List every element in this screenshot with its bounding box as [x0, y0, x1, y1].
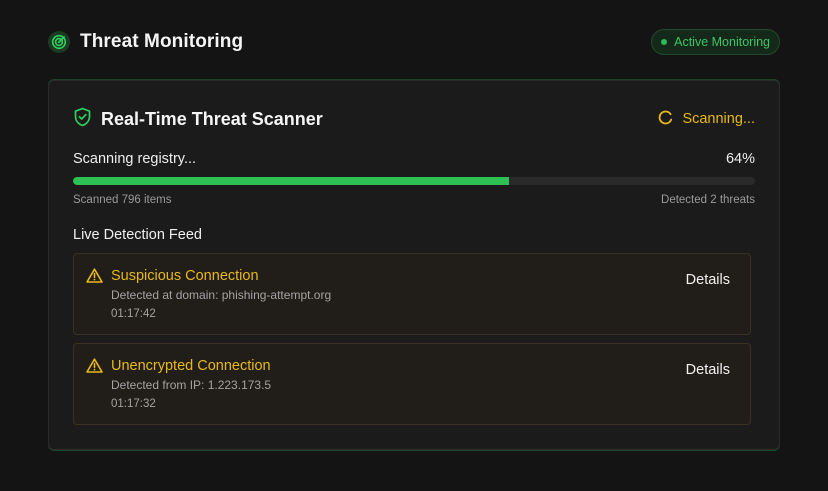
details-button[interactable]: Details [686, 272, 730, 288]
details-button[interactable]: Details [686, 362, 730, 378]
scan-status-label: Scanning... [682, 111, 755, 127]
scan-task-label: Scanning registry... [73, 151, 197, 167]
detected-count: Detected 2 threats [661, 194, 755, 206]
progress-bar [73, 177, 755, 185]
progress-row: Scanning registry... 64% [73, 151, 755, 167]
scanner-title: Real-Time Threat Scanner [101, 108, 323, 129]
alert-description: Detected from IP: 1.223.173.5 [111, 378, 272, 392]
status-badge-label: Active Monitoring [674, 35, 770, 49]
progress-percent: 64% [725, 151, 755, 167]
status-badge: Active Monitoring [651, 29, 780, 55]
list-item: Unencrypted Connection Detected from IP:… [73, 343, 751, 425]
brand: Threat Monitoring [48, 31, 243, 53]
scanner-title-group: Real-Time Threat Scanner [73, 107, 323, 132]
progress-bar-fill [73, 177, 510, 185]
warning-icon [86, 268, 103, 288]
alert-timestamp: 01:17:32 [111, 398, 156, 410]
alert-description: Detected at domain: phishing-attempt.org [111, 288, 332, 302]
page-title: Threat Monitoring [80, 31, 244, 52]
radar-icon [48, 31, 70, 53]
alert-title: Suspicious Connection [111, 268, 259, 284]
feed-heading: Live Detection Feed [73, 227, 202, 243]
scanner-header: Real-Time Threat Scanner Scanning... [73, 107, 755, 131]
alert-timestamp: 01:17:42 [111, 308, 156, 320]
detection-feed: Suspicious Connection Detected at domain… [73, 253, 751, 433]
list-item: Suspicious Connection Detected at domain… [73, 253, 751, 335]
top-bar: Threat Monitoring Active Monitoring [48, 28, 780, 56]
loading-spinner-icon [658, 110, 673, 129]
status-dot-icon [661, 39, 668, 45]
scan-stats: Scanned 796 items Detected 2 threats [73, 194, 755, 206]
scanned-count: Scanned 796 items [73, 194, 172, 206]
shield-check-icon [73, 107, 92, 132]
scan-status: Scanning... [658, 110, 755, 129]
warning-icon [86, 358, 103, 378]
scanner-card: Real-Time Threat Scanner Scanning... Sca… [48, 80, 780, 450]
alert-title: Unencrypted Connection [111, 358, 271, 374]
